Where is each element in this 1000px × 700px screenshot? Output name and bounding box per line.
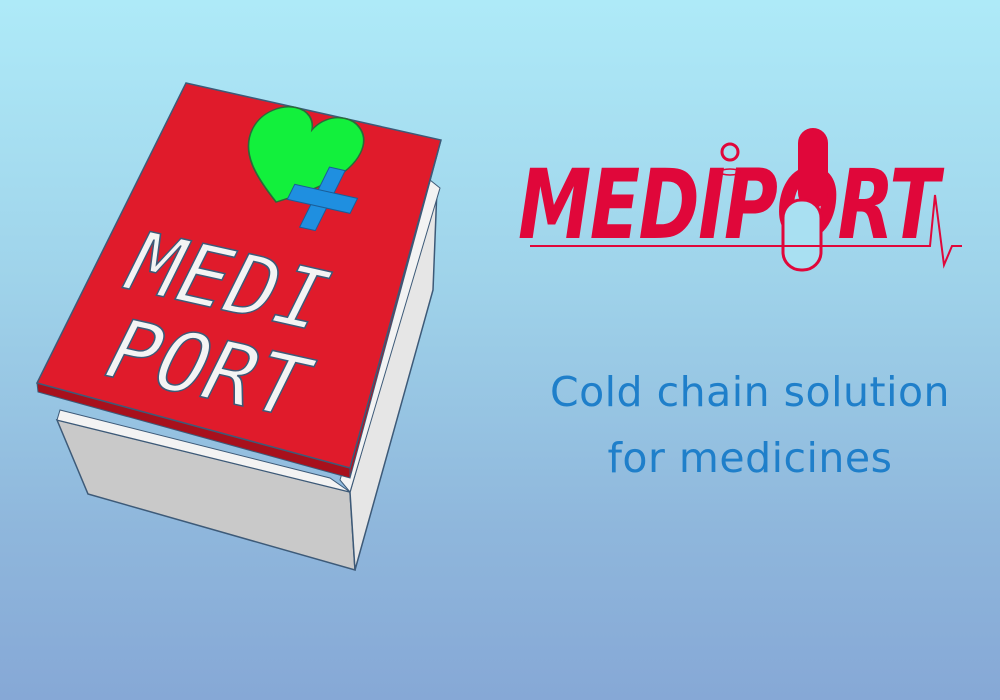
tagline-line1: Cold chain solution — [549, 368, 951, 416]
mediport-box-illustration: MEDI PORT — [35, 82, 442, 572]
mediport-logo: MEDIPORT — [518, 128, 962, 272]
tagline-line2: for medicines — [607, 434, 893, 482]
logo-wordmark: MEDIPORT — [518, 149, 945, 261]
